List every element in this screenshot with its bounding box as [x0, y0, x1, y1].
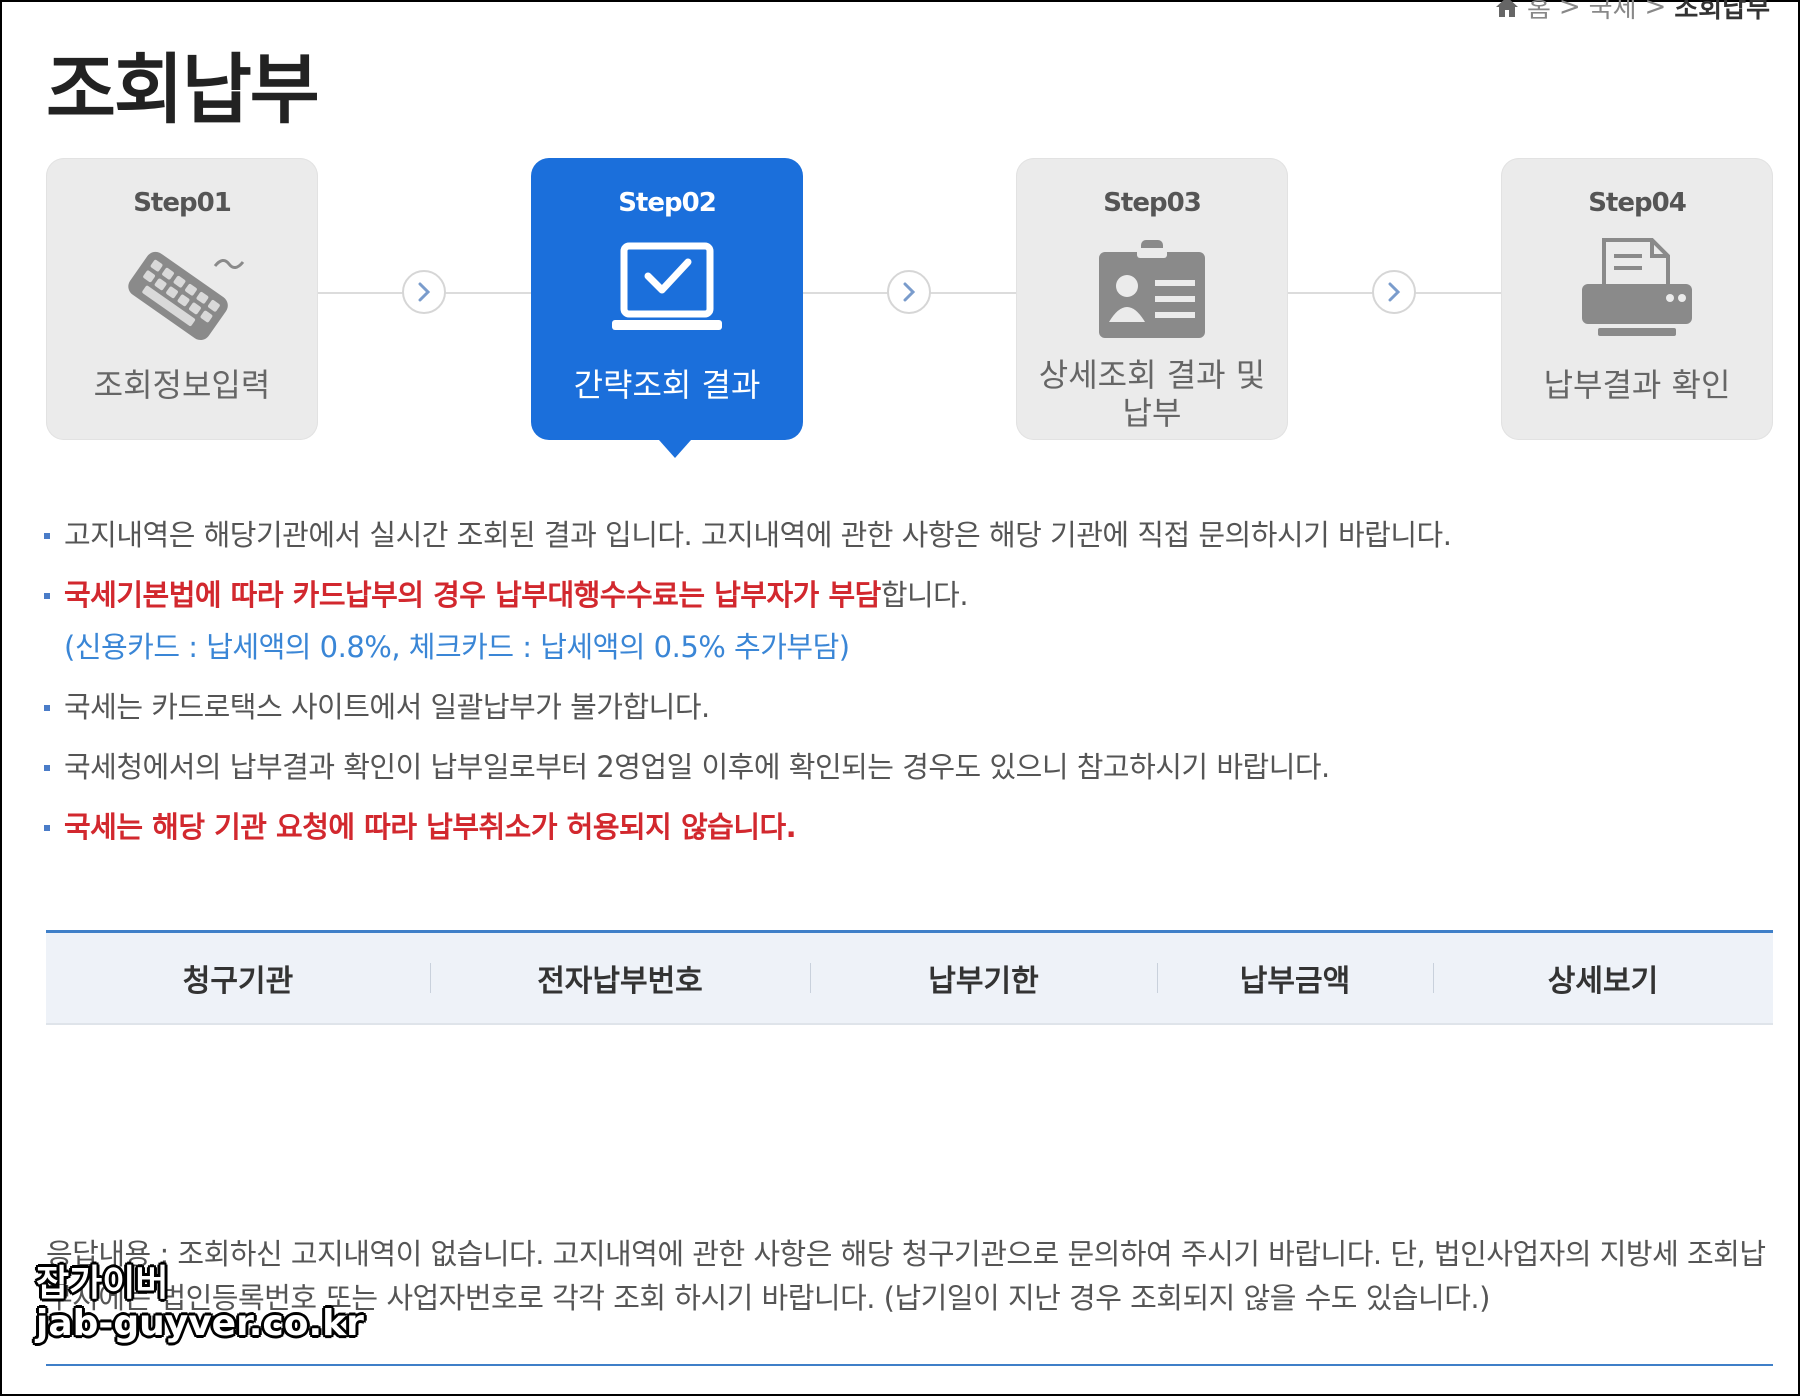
- breadcrumb-national-tax[interactable]: 국세: [1589, 0, 1637, 25]
- column-header-billing-agency: 청구기관: [182, 964, 294, 999]
- home-icon[interactable]: [1495, 0, 1519, 18]
- notice-list: 고지내역은 해당기관에서 실시간 조회된 결과 입니다. 고지내역에 관한 사항…: [42, 516, 1762, 868]
- step-04: Step04 납부결과 확인: [1501, 158, 1773, 440]
- laptop-check-icon: [612, 242, 722, 330]
- breadcrumb-separator: >: [1558, 0, 1581, 22]
- chevron-right-icon: [887, 270, 931, 314]
- step-label: 상세조회 결과 및 납부: [1038, 356, 1266, 432]
- breadcrumb-separator: >: [1644, 0, 1667, 22]
- step-number: Step01: [133, 188, 232, 218]
- step-03: Step03 상세조회 결과 및 납부: [1016, 158, 1288, 440]
- chevron-right-icon: [402, 270, 446, 314]
- column-header-payment-number: 전자납부번호: [430, 956, 810, 1000]
- watermark: 잡가이버 jab-guyver.co.kr: [36, 1264, 364, 1344]
- notice-item: 국세기본법에 따라 카드납부의 경우 납부대행수수료는 납부자가 부담합니다. …: [42, 576, 1762, 666]
- page-frame: 홈 > 국세 > 조회납부 조회납부 Step01 조회정보입력 Step02 …: [0, 0, 1800, 1396]
- step-02: Step02 간략조회 결과: [531, 158, 803, 458]
- notice-text: 국세는 해당 기관 요청에 따라 납부취소가 허용되지 않습니다.: [64, 810, 797, 844]
- breadcrumb: 홈 > 국세 > 조회납부: [1495, 0, 1770, 25]
- notice-item: 국세청에서의 납부결과 확인이 납부일로부터 2영업일 이후에 확인되는 경우도…: [42, 748, 1762, 786]
- notice-highlight: 국세기본법에 따라 카드납부의 경우 납부대행수수료는 납부자가 부담: [64, 578, 881, 612]
- watermark-url: jab-guyver.co.kr: [36, 1303, 364, 1344]
- step-label: 간략조회 결과: [573, 366, 761, 404]
- step-label: 납부결과 확인: [1543, 366, 1731, 404]
- step-01: Step01 조회정보입력: [46, 158, 318, 440]
- printer-icon: [1582, 238, 1692, 336]
- column-header-due-date: 납부기한: [810, 956, 1157, 1000]
- step-number: Step03: [1103, 188, 1202, 218]
- column-header-detail: 상세보기: [1433, 956, 1773, 1000]
- chevron-right-icon: [1372, 270, 1416, 314]
- divider: [46, 1364, 1773, 1366]
- notice-text: 국세청에서의 납부결과 확인이 납부일로부터 2영업일 이후에 확인되는 경우도…: [64, 750, 1330, 784]
- id-card-icon: [1099, 240, 1205, 338]
- step-number: Step02: [618, 188, 717, 218]
- result-table-header: 청구기관 전자납부번호 납부기한 납부금액 상세보기: [46, 930, 1773, 1025]
- step-progress: Step01 조회정보입력 Step02 간략조회 결과 Step03 상세조회…: [46, 158, 1773, 458]
- keyboard-icon: [128, 251, 245, 341]
- notice-item: 국세는 카드로택스 사이트에서 일괄납부가 불가합니다.: [42, 688, 1762, 726]
- step-label: 조회정보입력: [93, 366, 271, 404]
- breadcrumb-current: 조회납부: [1674, 0, 1770, 24]
- notice-text: 국세는 카드로택스 사이트에서 일괄납부가 불가합니다.: [64, 690, 710, 724]
- watermark-title: 잡가이버: [36, 1263, 169, 1304]
- notice-item: 고지내역은 해당기관에서 실시간 조회된 결과 입니다. 고지내역에 관한 사항…: [42, 516, 1762, 554]
- step-number: Step04: [1588, 188, 1687, 218]
- notice-item: 국세는 해당 기관 요청에 따라 납부취소가 허용되지 않습니다.: [42, 808, 1762, 846]
- breadcrumb-home[interactable]: 홈: [1527, 0, 1551, 25]
- notice-text: 합니다.: [880, 578, 969, 612]
- column-header-amount: 납부금액: [1157, 956, 1433, 1000]
- notice-text: 고지내역은 해당기관에서 실시간 조회된 결과 입니다. 고지내역에 관한 사항…: [64, 518, 1452, 552]
- page-title: 조회납부: [46, 45, 320, 134]
- notice-subtext: (신용카드 : 납세액의 0.8%, 체크카드 : 납세액의 0.5% 추가부담…: [64, 630, 850, 664]
